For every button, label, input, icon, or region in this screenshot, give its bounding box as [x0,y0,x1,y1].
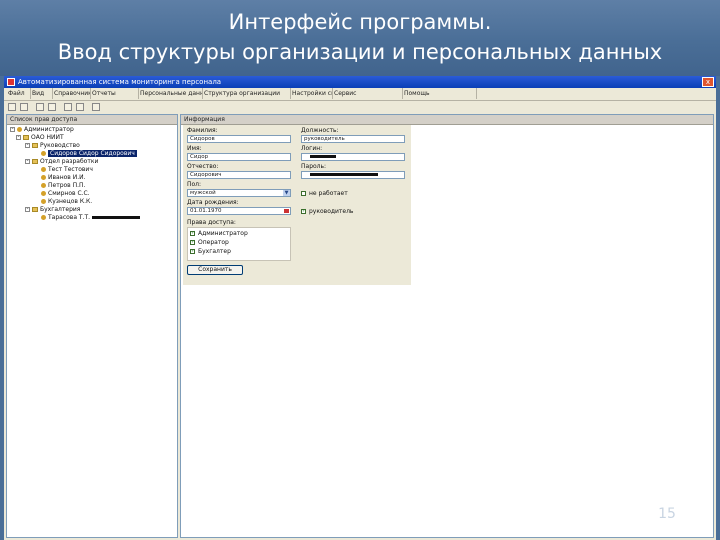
user-icon [41,191,46,196]
tree-node[interactable]: - Отдел разработки [25,158,98,166]
login-label: Логин: [301,145,323,152]
gender-label: Пол: [187,181,202,188]
app-icon [7,78,15,86]
slide-page-number: 15 [658,506,676,522]
permissions-box: ✓ Администратор ✓ Оператор ✓ Бухгалтер [187,227,291,261]
tree-node[interactable]: Тарасова Т.Т. [41,214,141,222]
tree-panel-header: Список прав доступа [7,115,177,125]
option1-checkbox[interactable] [301,191,306,196]
tree-node[interactable]: Петров П.П. [41,182,85,190]
permission-label: Оператор [198,239,229,246]
menu-item-file[interactable]: Файл [6,88,31,99]
password-label: Пароль: [301,163,327,170]
tree-node[interactable]: Кузнецов К.К. [41,198,92,206]
login-field[interactable] [301,153,405,161]
permission-label: Бухгалтер [198,248,231,255]
surname-field[interactable]: Сидоров [187,135,291,143]
menu-item-personal-data[interactable]: Персональные данные [138,88,203,99]
menu-item-help[interactable]: Помощь [402,88,477,99]
patronymic-label: Отчество: [187,163,219,170]
tree-node[interactable]: - ОАО НИИТ [16,134,64,142]
folder-icon [32,143,38,148]
slide-side-band-right [716,76,720,540]
menu-item-settings[interactable]: Настройки системы [290,88,333,99]
expander-icon[interactable]: - [16,135,21,140]
permission-checkbox[interactable]: ✓ [190,249,195,254]
user-icon [41,175,46,180]
option2-checkbox[interactable]: ✓ [301,209,306,214]
info-panel-header: Информация [181,115,713,125]
expander-icon[interactable]: - [25,143,30,148]
expander-icon[interactable]: - [25,159,30,164]
tree-node-selected[interactable]: Сидоров Сидор Сидорович [41,150,137,158]
user-icon [41,167,46,172]
name-field[interactable]: Сидор [187,153,291,161]
slide-title-line2: Ввод структуры организации и персональны… [57,40,663,64]
position-field[interactable]: руководитель [301,135,405,143]
redaction-bar [310,173,378,176]
window-titlebar: Автоматизированная система мониторинга п… [4,76,716,88]
tree-node[interactable]: Иванов И.И. [41,174,86,182]
patronymic-field[interactable]: Сидорович [187,171,291,179]
password-field[interactable] [301,171,405,179]
birthdate-label: Дата рождения: [187,199,239,206]
folder-icon [32,159,38,164]
option2-label: руководитель [309,208,354,215]
close-button[interactable]: x [702,77,714,87]
new-icon[interactable] [8,103,16,111]
menu-item-references[interactable]: Справочники [52,88,91,99]
permission-checkbox[interactable]: ✓ [190,240,195,245]
user-icon [41,183,46,188]
permission-label: Администратор [198,230,248,237]
info-panel: Информация Фамилия: Сидоров Имя: Сидор О… [180,114,714,538]
expander-icon[interactable]: - [25,207,30,212]
slide-title-line1: Интерфейс программы. [228,10,492,34]
tree-node[interactable]: - Администратор [10,126,74,134]
position-label: Должность: [301,127,339,134]
open-icon[interactable] [20,103,28,111]
user-icon [41,199,46,204]
menu-bar: Файл Вид Справочники Отчеты Персональные… [4,88,716,101]
tree-node[interactable]: Тест Тестович [41,166,93,174]
chevron-down-icon[interactable]: ▼ [283,190,290,196]
gender-select[interactable]: мужской ▼ [187,189,291,197]
menu-item-view[interactable]: Вид [30,88,53,99]
expander-icon[interactable]: - [10,127,15,132]
add-icon[interactable] [92,103,100,111]
tree-panel: Список прав доступа - Администратор - ОАО … [6,114,178,538]
permission-checkbox[interactable]: ✓ [190,231,195,236]
menu-item-structure[interactable]: Структура организации [202,88,291,99]
app-window: Автоматизированная система мониторинга п… [4,76,716,540]
redaction-bar [310,155,336,158]
name-label: Имя: [187,145,202,152]
tree-node[interactable]: Смирнов С.С. [41,190,90,198]
toolbar [4,101,716,113]
copy-icon[interactable] [48,103,56,111]
save-button[interactable]: Сохранить [187,265,243,275]
redaction-bar [92,216,141,219]
birthdate-field[interactable]: 01.01.1970 [187,207,291,215]
slide-header: Интерфейс программы. Ввод структуры орга… [0,0,720,76]
user-icon[interactable] [64,103,72,111]
permissions-label: Права доступа: [187,219,236,226]
menu-item-reports[interactable]: Отчеты [90,88,139,99]
birthdate-value: 01.01.1970 [190,208,222,214]
window-title: Автоматизированная система мониторинга п… [18,78,222,86]
folder-icon [32,207,38,212]
folder-icon [23,135,29,140]
tree-node[interactable]: - Бухгалтерия [25,206,80,214]
user-icon [41,151,46,156]
properties-icon[interactable] [76,103,84,111]
menu-item-service[interactable]: Сервис [332,88,403,99]
tree-node[interactable]: - Руководство [25,142,80,150]
calendar-icon[interactable] [284,209,289,213]
user-icon [17,127,22,132]
option1-label: не работает [309,190,348,197]
surname-label: Фамилия: [187,127,218,134]
gender-select-value: мужской [190,190,216,196]
cut-icon[interactable] [36,103,44,111]
user-icon [41,215,46,220]
